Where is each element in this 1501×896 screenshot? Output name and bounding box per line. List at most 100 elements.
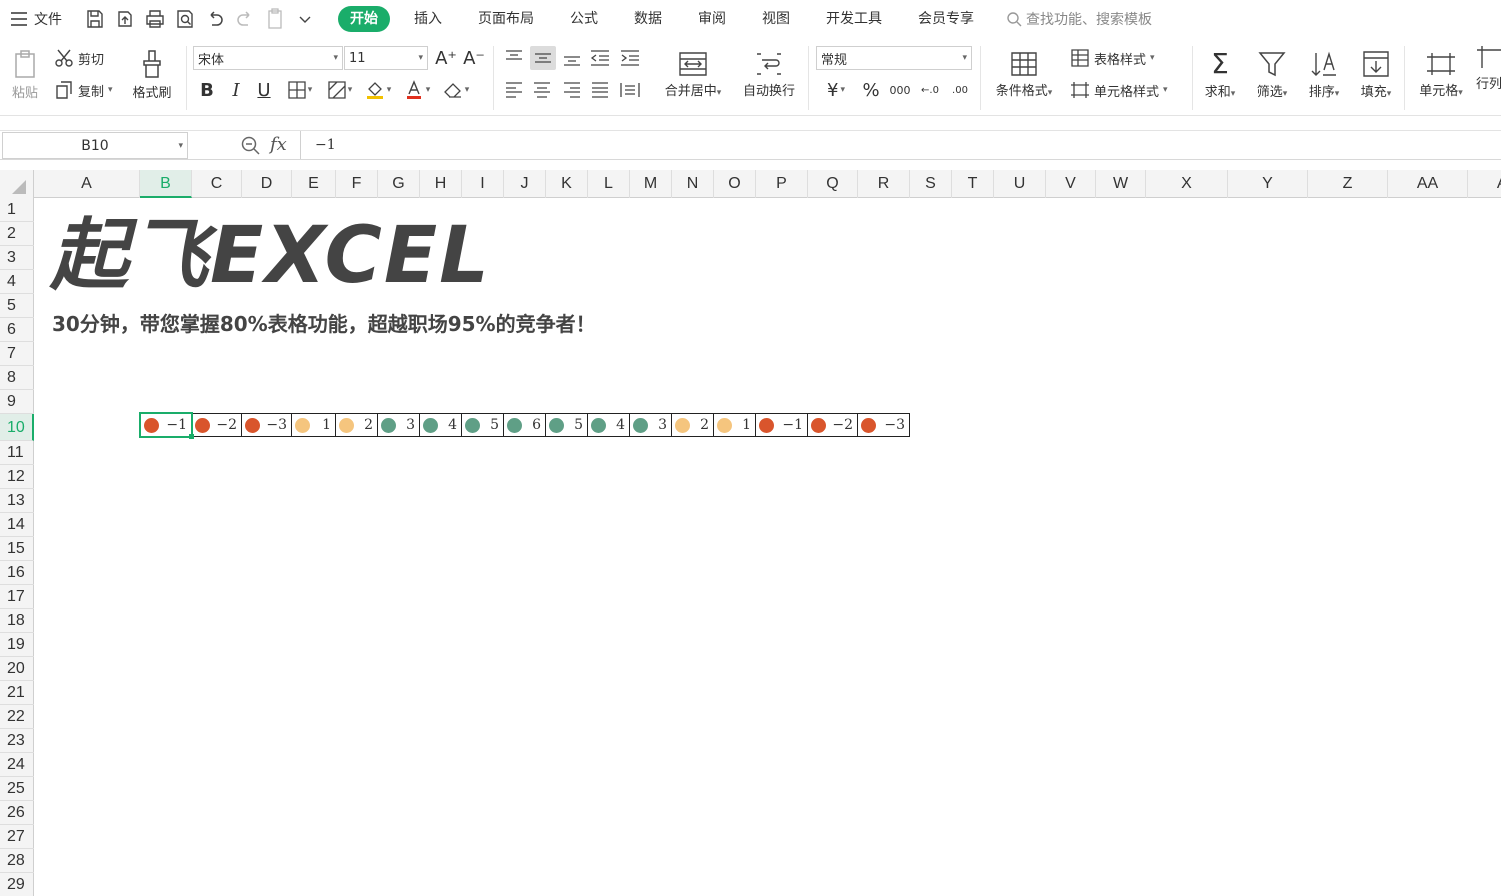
column-header-b[interactable]: B	[140, 170, 192, 198]
paste-values-button[interactable]	[262, 6, 288, 32]
column-header-aa[interactable]: AA	[1388, 170, 1468, 198]
row-header-11[interactable]: 11	[0, 441, 34, 465]
column-header-u[interactable]: U	[994, 170, 1046, 198]
column-header-z[interactable]: Z	[1308, 170, 1388, 198]
align-top-button[interactable]	[502, 46, 526, 70]
cell-pattern-button[interactable]: ▾	[322, 78, 358, 102]
fill-handle[interactable]	[189, 434, 194, 439]
decrease-decimal-button[interactable]: .00	[946, 78, 974, 102]
filter-button[interactable]: 筛选▾	[1248, 44, 1296, 106]
save-button[interactable]	[82, 6, 108, 32]
fill-color-button[interactable]: ▾	[360, 78, 396, 102]
column-header-ab[interactable]: AB	[1468, 170, 1501, 198]
row-header-7[interactable]: 7	[0, 342, 34, 366]
tab-formulas[interactable]: 公式	[558, 6, 610, 32]
percent-button[interactable]: %	[858, 78, 884, 102]
row-header-17[interactable]: 17	[0, 585, 34, 609]
column-header-i[interactable]: I	[462, 170, 504, 198]
column-header-a[interactable]: A	[34, 170, 140, 198]
cell-i10[interactable]: 5	[462, 413, 504, 437]
cell-m10[interactable]: 3	[630, 413, 672, 437]
increase-font-button[interactable]: A⁺	[434, 46, 458, 70]
align-center-button[interactable]	[530, 78, 554, 102]
align-middle-button[interactable]	[530, 46, 556, 70]
cell-l10[interactable]: 4	[588, 413, 630, 437]
column-header-v[interactable]: V	[1046, 170, 1096, 198]
fill-button[interactable]: 填充▾	[1352, 44, 1400, 106]
column-header-d[interactable]: D	[242, 170, 292, 198]
cell-j10[interactable]: 6	[504, 413, 546, 437]
row-header-19[interactable]: 19	[0, 633, 34, 657]
column-header-n[interactable]: N	[672, 170, 714, 198]
column-header-s[interactable]: S	[910, 170, 952, 198]
font-color-button[interactable]: ▾	[400, 78, 434, 102]
column-header-e[interactable]: E	[292, 170, 336, 198]
increase-indent-button[interactable]	[618, 46, 642, 70]
clear-button[interactable]: ▾	[438, 78, 474, 102]
column-header-k[interactable]: K	[546, 170, 588, 198]
column-header-r[interactable]: R	[858, 170, 910, 198]
row-header-6[interactable]: 6	[0, 318, 34, 342]
cell-b10[interactable]: −1	[139, 412, 193, 438]
wrap-text-button[interactable]: 自动换行	[736, 44, 802, 106]
fx-icon[interactable]: fx	[270, 134, 287, 155]
row-header-3[interactable]: 3	[0, 246, 34, 270]
name-box[interactable]: B10 ▾	[2, 132, 188, 159]
tab-home[interactable]: 开始	[338, 6, 390, 32]
column-header-q[interactable]: Q	[808, 170, 858, 198]
column-header-o[interactable]: O	[714, 170, 756, 198]
column-header-c[interactable]: C	[192, 170, 242, 198]
tab-data[interactable]: 数据	[622, 6, 674, 32]
row-header-12[interactable]: 12	[0, 465, 34, 489]
row-header-28[interactable]: 28	[0, 849, 34, 873]
font-size-select[interactable]: 11 ▾	[344, 46, 428, 70]
column-header-p[interactable]: P	[756, 170, 808, 198]
search-box[interactable]: 查找功能、搜索模板	[1006, 9, 1152, 29]
align-left-button[interactable]	[502, 78, 526, 102]
row-header-18[interactable]: 18	[0, 609, 34, 633]
zoom-icon[interactable]	[240, 135, 262, 157]
tab-page-layout[interactable]: 页面布局	[466, 6, 546, 32]
table-style-button[interactable]: 表格样式 ▾	[1070, 46, 1155, 70]
row-header-29[interactable]: 29	[0, 873, 34, 896]
column-header-t[interactable]: T	[952, 170, 994, 198]
borders-button[interactable]: ▾	[282, 78, 318, 102]
row-header-15[interactable]: 15	[0, 537, 34, 561]
export-button[interactable]	[112, 6, 138, 32]
italic-button[interactable]: I	[225, 78, 247, 102]
tab-review[interactable]: 审阅	[686, 6, 738, 32]
paste-button[interactable]: 粘贴	[4, 44, 46, 106]
row-header-2[interactable]: 2	[0, 222, 34, 246]
cell-style-button[interactable]: 单元格样式 ▾	[1070, 78, 1168, 102]
row-header-20[interactable]: 20	[0, 657, 34, 681]
column-header-m[interactable]: M	[630, 170, 672, 198]
cell-d10[interactable]: −3	[242, 413, 292, 437]
row-header-8[interactable]: 8	[0, 366, 34, 390]
currency-button[interactable]: ¥ ▾	[818, 78, 854, 102]
customize-toolbar-button[interactable]	[292, 6, 318, 32]
thousands-button[interactable]: 000	[886, 78, 914, 102]
row-header-21[interactable]: 21	[0, 681, 34, 705]
font-name-select[interactable]: 宋体 ▾	[193, 46, 343, 70]
decrease-indent-button[interactable]	[588, 46, 612, 70]
justify-button[interactable]	[588, 78, 612, 102]
number-format-select[interactable]: 常规 ▾	[816, 46, 972, 70]
undo-button[interactable]	[202, 6, 228, 32]
column-header-w[interactable]: W	[1096, 170, 1146, 198]
merge-center-button[interactable]: 合并居中▾	[654, 44, 732, 106]
file-menu[interactable]: 文件	[0, 0, 72, 38]
column-header-j[interactable]: J	[504, 170, 546, 198]
cell-f10[interactable]: 2	[336, 413, 378, 437]
row-header-23[interactable]: 23	[0, 729, 34, 753]
cut-button[interactable]: 剪切	[54, 46, 104, 70]
tab-member[interactable]: 会员专享	[906, 6, 986, 32]
cell-h10[interactable]: 4	[420, 413, 462, 437]
row-header-26[interactable]: 26	[0, 801, 34, 825]
align-right-button[interactable]	[560, 78, 584, 102]
row-header-14[interactable]: 14	[0, 513, 34, 537]
cell-button[interactable]: 单元格▾	[1410, 44, 1472, 106]
tab-developer[interactable]: 开发工具	[814, 6, 894, 32]
row-header-10[interactable]: 10	[0, 414, 34, 441]
cell-c10[interactable]: −2	[192, 413, 242, 437]
row-header-22[interactable]: 22	[0, 705, 34, 729]
